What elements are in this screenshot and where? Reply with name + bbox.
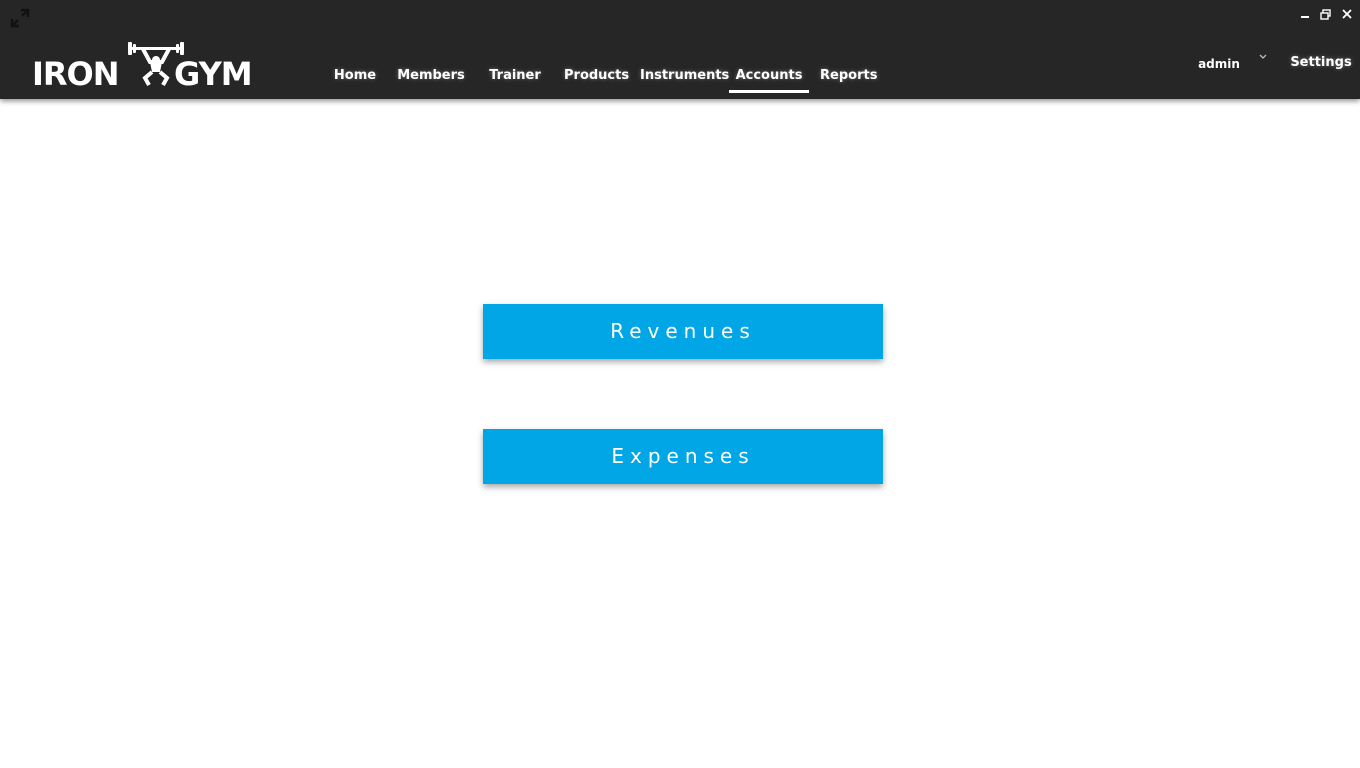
nav-members[interactable]: Members [396, 60, 466, 94]
close-icon[interactable] [1339, 5, 1354, 23]
expand-icon[interactable] [9, 7, 31, 29]
nav-home[interactable]: Home [326, 60, 384, 94]
nav-instruments[interactable]: Instruments [640, 60, 729, 94]
nav-products[interactable]: Products [564, 60, 629, 94]
nav-reports[interactable]: Reports [820, 60, 877, 94]
logo-text-iron: IRON [32, 55, 119, 88]
user-name[interactable]: admin [1194, 54, 1244, 74]
settings-link[interactable]: Settings [1288, 52, 1354, 74]
minimize-icon[interactable] [1297, 5, 1312, 23]
restore-icon[interactable] [1318, 5, 1333, 23]
chevron-down-icon[interactable] [1256, 50, 1270, 64]
revenues-button[interactable]: Revenues [483, 304, 883, 359]
top-bar: IRON GYM Home Members Trainer Products I… [0, 0, 1360, 99]
window-controls [1297, 5, 1354, 23]
nav-trainer[interactable]: Trainer [484, 60, 546, 94]
iron-gym-logo: IRON GYM [32, 42, 253, 88]
logo-text-gym: GYM [174, 55, 252, 88]
expenses-button[interactable]: Expenses [483, 429, 883, 484]
nav-accounts[interactable]: Accounts [729, 60, 809, 94]
